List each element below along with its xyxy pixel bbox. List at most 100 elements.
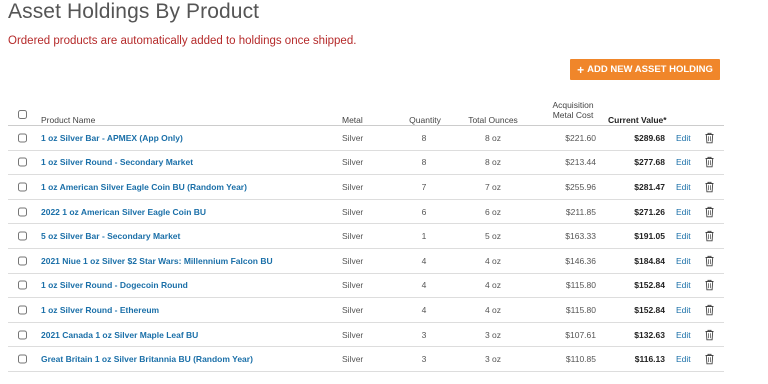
quantity-cell: 7 (421, 181, 427, 192)
metal-cell: Silver (342, 280, 364, 291)
header-cost-line1: Acquisition (552, 100, 594, 110)
acquisition-cost-cell: $221.60 (565, 132, 596, 143)
edit-link[interactable]: Edit (676, 280, 691, 290)
acquisition-cost-cell: $107.61 (565, 329, 596, 340)
total-ounces-cell: 6 oz (484, 206, 502, 217)
current-value-cell: $184.84 (634, 255, 665, 266)
table-row: 1 oz Silver Round - Secondary Market Sil… (8, 151, 724, 176)
acquisition-cost-cell: $213.44 (565, 157, 596, 168)
holdings-table: Product Name Metal Quantity Total Ounces… (8, 96, 724, 372)
total-ounces-cell: 8 oz (484, 157, 502, 168)
acquisition-cost-cell: $255.96 (565, 181, 596, 192)
edit-link[interactable]: Edit (676, 305, 691, 315)
current-value-cell: $277.68 (634, 157, 665, 168)
row-checkbox[interactable] (18, 133, 27, 143)
acquisition-cost-cell: $211.85 (565, 206, 596, 217)
metal-cell: Silver (342, 255, 364, 266)
table-row: 2022 1 oz American Silver Eagle Coin BU … (8, 200, 724, 225)
select-all-checkbox[interactable] (18, 110, 27, 119)
current-value-cell: $191.05 (634, 231, 665, 242)
metal-cell: Silver (342, 304, 364, 315)
quantity-cell: 8 (421, 157, 427, 168)
product-name-link[interactable]: 1 oz Silver Round - Ethereum (41, 305, 159, 315)
table-row: Great Britain 1 oz Silver Britannia BU (… (8, 347, 724, 372)
edit-link[interactable]: Edit (676, 133, 691, 143)
edit-link[interactable]: Edit (676, 354, 691, 364)
header-quantity[interactable]: Quantity (405, 115, 445, 125)
header-product-name[interactable]: Product Name (41, 115, 95, 125)
row-checkbox[interactable] (18, 354, 27, 364)
quantity-cell: 3 (421, 354, 427, 365)
edit-link[interactable]: Edit (676, 256, 691, 266)
total-ounces-cell: 8 oz (484, 132, 502, 143)
table-row: 2021 Niue 1 oz Silver $2 Star Wars: Mill… (8, 249, 724, 274)
row-checkbox[interactable] (18, 280, 27, 290)
row-checkbox[interactable] (18, 231, 27, 241)
trash-icon[interactable] (705, 255, 714, 267)
add-asset-holding-label: ADD NEW ASSET HOLDING (587, 64, 713, 75)
header-metal[interactable]: Metal (342, 115, 363, 125)
trash-icon[interactable] (705, 304, 714, 316)
metal-cell: Silver (342, 329, 364, 340)
table-header: Product Name Metal Quantity Total Ounces… (8, 96, 724, 126)
row-checkbox[interactable] (18, 256, 27, 266)
metal-cell: Silver (342, 157, 364, 168)
table-row: 1 oz American Silver Eagle Coin BU (Rand… (8, 175, 724, 200)
quantity-cell: 3 (421, 329, 427, 340)
page-title: Asset Holdings By Product (8, 0, 260, 23)
trash-icon[interactable] (705, 231, 714, 242)
trash-icon[interactable] (705, 353, 714, 365)
edit-link[interactable]: Edit (676, 231, 691, 241)
quantity-cell: 4 (421, 280, 427, 291)
current-value-cell: $152.84 (634, 304, 665, 315)
product-name-link[interactable]: 1 oz Silver Bar - APMEX (App Only) (41, 133, 183, 143)
product-name-link[interactable]: 1 oz Silver Round - Secondary Market (41, 157, 193, 167)
quantity-cell: 4 (421, 255, 427, 266)
row-checkbox[interactable] (18, 305, 27, 315)
metal-cell: Silver (342, 206, 364, 217)
metal-cell: Silver (342, 231, 364, 242)
trash-icon[interactable] (705, 206, 714, 217)
row-checkbox[interactable] (18, 182, 27, 192)
edit-link[interactable]: Edit (676, 330, 691, 340)
total-ounces-cell: 4 oz (484, 280, 502, 291)
table-row: 2021 Canada 1 oz Silver Maple Leaf BU Si… (8, 323, 724, 348)
product-name-link[interactable]: Great Britain 1 oz Silver Britannia BU (… (41, 354, 253, 364)
total-ounces-cell: 3 oz (484, 354, 502, 365)
trash-icon[interactable] (705, 181, 714, 193)
trash-icon[interactable] (705, 329, 714, 340)
total-ounces-cell: 5 oz (484, 231, 502, 242)
product-name-link[interactable]: 2021 Canada 1 oz Silver Maple Leaf BU (41, 330, 198, 340)
acquisition-cost-cell: $115.80 (565, 304, 596, 315)
edit-link[interactable]: Edit (676, 182, 691, 192)
row-checkbox[interactable] (18, 207, 27, 217)
current-value-cell: $132.63 (634, 329, 665, 340)
header-acquisition-cost[interactable]: Acquisition Metal Cost (548, 100, 598, 120)
table-row: 1 oz Silver Round - Ethereum Silver 4 4 … (8, 298, 724, 323)
product-name-link[interactable]: 2022 1 oz American Silver Eagle Coin BU (41, 207, 206, 217)
header-total-ounces[interactable]: Total Ounces (463, 115, 523, 125)
row-checkbox[interactable] (18, 157, 27, 167)
trash-icon[interactable] (705, 157, 714, 168)
current-value-cell: $271.26 (634, 206, 665, 217)
current-value-cell: $281.47 (634, 181, 665, 192)
acquisition-cost-cell: $115.80 (565, 280, 596, 291)
trash-icon[interactable] (705, 132, 714, 144)
quantity-cell: 4 (421, 304, 427, 315)
metal-cell: Silver (342, 354, 364, 365)
product-name-link[interactable]: 1 oz American Silver Eagle Coin BU (Rand… (41, 182, 247, 192)
quantity-cell: 6 (421, 206, 427, 217)
quantity-cell: 1 (421, 231, 427, 242)
edit-link[interactable]: Edit (676, 207, 691, 217)
current-value-cell: $152.84 (634, 280, 665, 291)
current-value-cell: $289.68 (634, 132, 665, 143)
product-name-link[interactable]: 2021 Niue 1 oz Silver $2 Star Wars: Mill… (41, 256, 273, 266)
header-current-value[interactable]: Current Value* (608, 115, 668, 125)
product-name-link[interactable]: 1 oz Silver Round - Dogecoin Round (41, 280, 188, 290)
trash-icon[interactable] (705, 280, 714, 291)
table-row: 1 oz Silver Bar - APMEX (App Only) Silve… (8, 126, 724, 151)
row-checkbox[interactable] (18, 330, 27, 340)
add-asset-holding-button[interactable]: + ADD NEW ASSET HOLDING (570, 59, 720, 80)
edit-link[interactable]: Edit (676, 157, 691, 167)
product-name-link[interactable]: 5 oz Silver Bar - Secondary Market (41, 231, 180, 241)
